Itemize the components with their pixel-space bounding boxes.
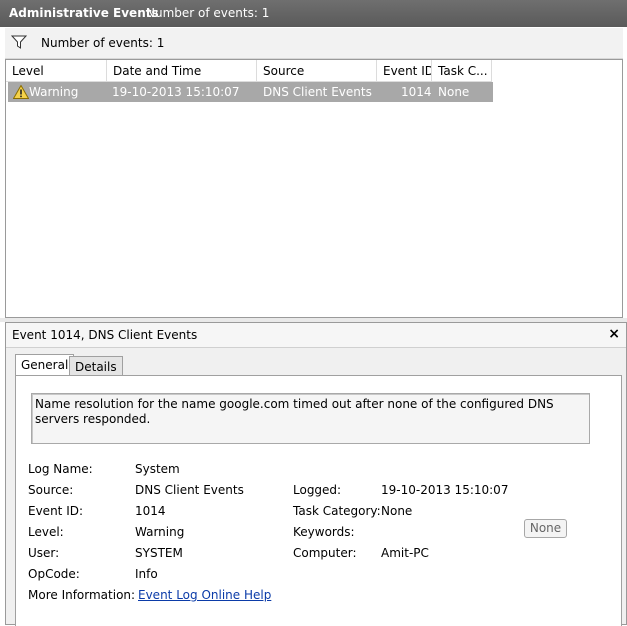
filter-icon[interactable] bbox=[11, 35, 27, 49]
cell-datetime: 19-10-2013 15:10:07 bbox=[112, 85, 240, 99]
column-header-task-category[interactable]: Task C... bbox=[432, 60, 492, 82]
user-value: SYSTEM bbox=[135, 546, 183, 560]
user-label: User: bbox=[28, 546, 60, 560]
title-bar: Administrative Events Number of events: … bbox=[0, 0, 627, 27]
event-count: Number of events: 1 bbox=[146, 6, 270, 20]
task-category-value: None bbox=[381, 504, 413, 518]
event-message[interactable]: Name resolution for the name google.com … bbox=[31, 393, 590, 444]
cell-level: Warning bbox=[29, 85, 79, 99]
column-header-event-id[interactable]: Event ID bbox=[377, 60, 432, 82]
more-information-label: More Information: bbox=[28, 588, 136, 602]
detail-title: Event 1014, DNS Client Events bbox=[12, 328, 198, 342]
source-value: DNS Client Events bbox=[135, 483, 244, 497]
opcode-value: Info bbox=[135, 567, 158, 581]
filter-bar: Number of events: 1 bbox=[5, 28, 623, 59]
filter-count-text: Number of events: 1 bbox=[41, 36, 165, 50]
tab-details[interactable]: Details bbox=[69, 356, 123, 376]
logged-value: 19-10-2013 15:10:07 bbox=[381, 483, 509, 497]
view-title: Administrative Events bbox=[9, 6, 159, 20]
computer-label: Computer: bbox=[293, 546, 357, 560]
logged-label: Logged: bbox=[293, 483, 342, 497]
keywords-none-button[interactable]: None bbox=[524, 519, 567, 538]
event-id-value: 1014 bbox=[135, 504, 166, 518]
column-header-date-time[interactable]: Date and Time bbox=[107, 60, 257, 82]
table-row[interactable]: Warning 19-10-2013 15:10:07 DNS Client E… bbox=[8, 82, 493, 102]
cell-task: None bbox=[438, 85, 470, 99]
column-header-source[interactable]: Source bbox=[257, 60, 377, 82]
keywords-label: Keywords: bbox=[293, 525, 355, 539]
event-detail-pane: Event 1014, DNS Client Events × General … bbox=[5, 322, 627, 626]
warning-icon bbox=[13, 85, 29, 99]
source-label: Source: bbox=[28, 483, 74, 497]
events-grid: Level Date and Time Source Event ID Task… bbox=[5, 59, 623, 318]
event-id-label: Event ID: bbox=[28, 504, 84, 518]
event-log-online-help-link[interactable]: Event Log Online Help bbox=[138, 588, 271, 602]
level-value: Warning bbox=[135, 525, 185, 539]
close-icon[interactable]: × bbox=[608, 326, 620, 342]
cell-event-id: 1014 bbox=[401, 85, 432, 99]
tab-general[interactable]: General bbox=[15, 354, 75, 376]
detail-header: Event 1014, DNS Client Events × bbox=[6, 323, 626, 348]
general-tab-panel: Name resolution for the name google.com … bbox=[15, 375, 622, 626]
level-label: Level: bbox=[28, 525, 64, 539]
log-name-label: Log Name: bbox=[28, 462, 93, 476]
cell-source: DNS Client Events bbox=[263, 85, 372, 99]
column-header-level[interactable]: Level bbox=[6, 60, 107, 82]
task-category-label: Task Category: bbox=[293, 504, 381, 518]
log-name-value: System bbox=[135, 462, 180, 476]
opcode-label: OpCode: bbox=[28, 567, 80, 581]
computer-value: Amit-PC bbox=[381, 546, 429, 560]
